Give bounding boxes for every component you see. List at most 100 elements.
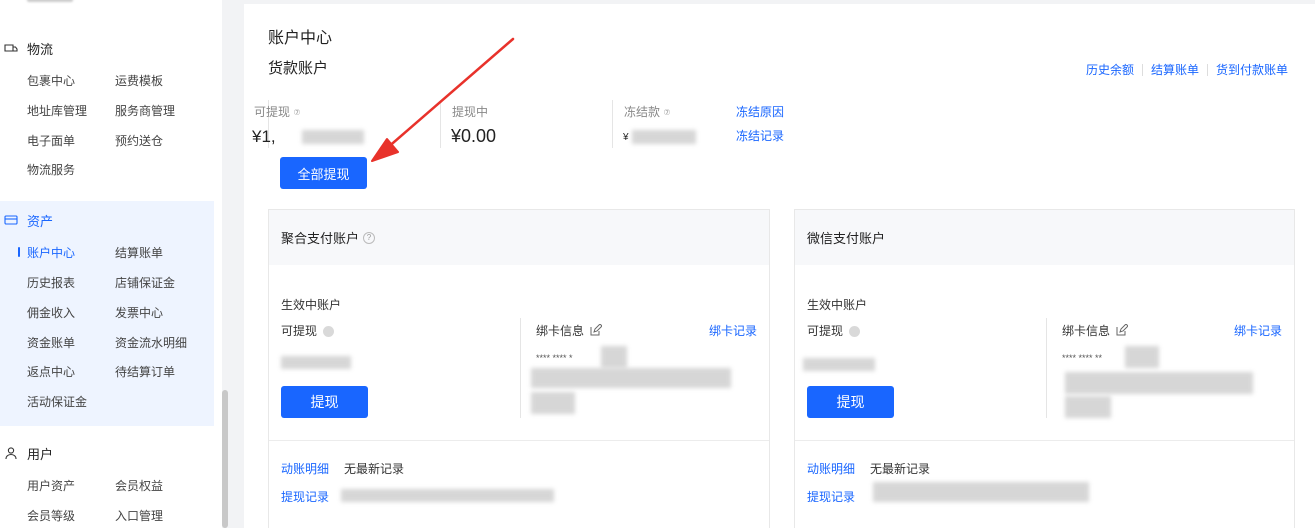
masked-amount xyxy=(803,358,875,371)
edit-icon[interactable] xyxy=(590,323,604,339)
sidebar-item-fund-bill[interactable]: 资金账单 xyxy=(27,334,75,351)
active-indicator xyxy=(18,247,20,257)
masked-amount xyxy=(281,356,351,369)
masked-bank-name xyxy=(1065,372,1253,394)
masked-bank-name xyxy=(531,368,731,388)
user-icon xyxy=(4,446,18,460)
card-title: 聚合支付账户 xyxy=(281,231,360,246)
divider xyxy=(795,440,1294,441)
sidebar-group-label: 物流 xyxy=(27,41,54,57)
withdrawable-label: 可提现 xyxy=(281,322,335,339)
masked-amount xyxy=(302,130,364,144)
sidebar-item-provider-management[interactable]: 服务商管理 xyxy=(115,102,175,119)
withdrawable-value: ¥1, xyxy=(252,127,276,146)
divider xyxy=(440,100,441,148)
withdrawing-value: ¥0.00 xyxy=(451,126,497,146)
no-record-text: 无最新记录 xyxy=(870,462,931,476)
frozen-value: ¥ xyxy=(623,132,629,143)
no-record-text: 无最新记录 xyxy=(344,462,405,476)
withdraw-all-button[interactable]: 全部提现 xyxy=(280,157,367,189)
history-balance-link[interactable]: 历史余额 xyxy=(1086,61,1134,78)
card-record-link[interactable]: 绑卡记录 xyxy=(1234,322,1282,339)
card-header: 聚合支付账户 ? xyxy=(269,210,769,265)
sidebar-item-user-assets[interactable]: 用户资产 xyxy=(27,477,75,494)
sidebar-item-package-center[interactable]: 包裹中心 xyxy=(27,72,75,89)
sidebar-item-address-library[interactable]: 地址库管理 xyxy=(27,102,87,119)
sidebar-item-commission-income[interactable]: 佣金收入 xyxy=(27,304,75,321)
card-number-mask: **** **** * xyxy=(536,353,573,363)
sidebar-group-label: 用户 xyxy=(27,446,54,462)
card-number-mask: **** **** ** xyxy=(1062,353,1103,363)
card-info-label: 绑卡信息 xyxy=(1062,322,1130,339)
withdrawing-label: 提现中 xyxy=(452,105,489,119)
sidebar-group-logistics[interactable]: 物流 xyxy=(0,38,53,58)
wechat-payment-card: 微信支付账户 生效中账户 可提现 提现 绑卡信息 绑卡记录 **** **** … xyxy=(794,209,1295,528)
masked-bank-extra xyxy=(531,392,575,414)
card-record-link[interactable]: 绑卡记录 xyxy=(709,322,757,339)
masked-amount xyxy=(632,130,696,144)
wallet-icon xyxy=(4,213,18,227)
masked-bank-extra xyxy=(1065,396,1111,418)
withdrawable-label: 可提现 xyxy=(807,322,861,339)
effective-account-label: 生效中账户 xyxy=(281,298,342,312)
sidebar-item-member-level[interactable]: 会员等级 xyxy=(27,507,75,524)
divider xyxy=(1046,318,1047,418)
frozen-reason-link[interactable]: 冻结原因 xyxy=(736,103,784,120)
question-icon: ⑦ xyxy=(663,108,671,118)
sidebar-item-logistics-service[interactable]: 物流服务 xyxy=(27,161,75,178)
divider xyxy=(1141,63,1143,76)
question-icon: ⑦ xyxy=(293,108,301,118)
aggregate-payment-card: 聚合支付账户 ? 生效中账户 可提现 提现 绑卡信息 绑卡记录 **** ***… xyxy=(268,209,770,528)
masked-withdraw-record xyxy=(341,489,554,502)
info-icon xyxy=(849,326,861,338)
sidebar-item-scheduled-delivery[interactable]: 预约送仓 xyxy=(115,132,163,149)
frozen-label: 冻结款 ⑦ xyxy=(624,103,673,120)
frozen-record-link[interactable]: 冻结记录 xyxy=(736,127,784,144)
sidebar-item-activity-deposit[interactable]: 活动保证金 xyxy=(27,393,87,410)
card-info-label: 绑卡信息 xyxy=(536,322,604,339)
sidebar-item-freight-template[interactable]: 运费模板 xyxy=(115,72,163,89)
truck-icon xyxy=(4,41,18,55)
divider xyxy=(520,318,521,418)
sidebar: 物流 包裹中心 运费模板 地址库管理 服务商管理 电子面单 预约送仓 物流服务 … xyxy=(0,0,222,528)
sidebar-scrollbar[interactable] xyxy=(222,390,228,528)
sidebar-group-users[interactable]: 用户 xyxy=(0,443,53,463)
divider xyxy=(269,440,769,441)
withdraw-record-link[interactable]: 提现记录 xyxy=(281,488,329,505)
effective-account-label: 生效中账户 xyxy=(807,298,868,312)
sidebar-item-settlement-bill[interactable]: 结算账单 xyxy=(115,244,163,261)
sidebar-item-fund-flow-detail[interactable]: 资金流水明细 xyxy=(115,334,187,351)
card-header: 微信支付账户 xyxy=(795,210,1294,265)
sidebar-group-label: 资产 xyxy=(27,213,54,229)
sidebar-item-invoice-center[interactable]: 发票中心 xyxy=(115,304,163,321)
withdraw-record-link[interactable]: 提现记录 xyxy=(807,488,855,505)
sidebar-group-assets[interactable]: 资产 xyxy=(0,210,53,230)
page-title: 账户中心 xyxy=(268,30,333,47)
sidebar-item-rebate-center[interactable]: 返点中心 xyxy=(27,363,75,380)
settlement-bill-link[interactable]: 结算账单 xyxy=(1151,61,1199,78)
sidebar-item-history-report[interactable]: 历史报表 xyxy=(27,274,75,291)
sidebar-item-account-center[interactable]: 账户中心 xyxy=(27,244,75,261)
card-title: 微信支付账户 xyxy=(807,231,886,246)
masked-card xyxy=(1125,346,1159,368)
sidebar-item-e-waybill[interactable]: 电子面单 xyxy=(27,132,75,149)
masked-card xyxy=(601,346,627,368)
sidebar-item-member-benefits[interactable]: 会员权益 xyxy=(115,477,163,494)
withdraw-button[interactable]: 提现 xyxy=(807,386,894,418)
edit-icon[interactable] xyxy=(1116,323,1130,339)
cod-bill-link[interactable]: 货到付款账单 xyxy=(1216,61,1288,78)
question-icon: ? xyxy=(363,231,376,244)
sidebar-item-pending-settlement[interactable]: 待结算订单 xyxy=(115,363,175,380)
info-icon xyxy=(323,326,335,338)
withdraw-button[interactable]: 提现 xyxy=(281,386,368,418)
sidebar-cut-item xyxy=(27,0,73,2)
divider xyxy=(1206,63,1208,76)
main-content: 账户中心 货款账户 历史余额 结算账单 货到付款账单 可提现 ⑦ ¥1, 提现中 … xyxy=(244,4,1315,528)
sidebar-item-store-deposit[interactable]: 店铺保证金 xyxy=(115,274,175,291)
section-title: 货款账户 xyxy=(268,60,329,77)
flow-detail-link[interactable]: 动账明细 xyxy=(807,460,855,477)
sidebar-item-entry-management[interactable]: 入口管理 xyxy=(115,507,163,524)
flow-detail-link[interactable]: 动账明细 xyxy=(281,460,329,477)
withdrawable-label-text: 可提现 ⑦ xyxy=(254,103,303,120)
top-links: 历史余额 结算账单 货到付款账单 xyxy=(1086,61,1288,78)
